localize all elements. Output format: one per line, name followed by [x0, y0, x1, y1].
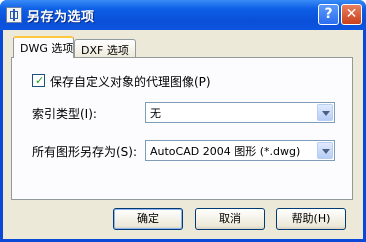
index-type-label: 索引类型(I):: [32, 107, 97, 121]
index-type-select[interactable]: 无: [145, 102, 335, 123]
save-proxy-images-label[interactable]: 保存自定义对象的代理图像(P): [50, 73, 211, 90]
index-type-value: 无: [150, 107, 161, 120]
dialog-body: DWG 选项 DXF 选项 ✓ 保存自定义对象的代理图像(P) 索引类型(I):…: [3, 30, 363, 239]
dwg-options-panel: ✓ 保存自定义对象的代理图像(P) 索引类型(I): 无 所有图形另存为(S):…: [11, 57, 353, 200]
ok-button[interactable]: 确定: [113, 208, 183, 230]
chevron-down-icon[interactable]: [317, 142, 333, 159]
save-all-as-value: AutoCAD 2004 图形 (*.dwg): [150, 145, 301, 158]
titlebar-close-button[interactable]: ✕: [341, 4, 362, 25]
save-all-as-label: 所有图形另存为(S):: [32, 145, 138, 159]
dialog-window: 另存为选项 ? ✕ DWG 选项 DXF 选项 ✓ 保存自定义对象的代理图像(P…: [0, 0, 366, 242]
save-all-as-select[interactable]: AutoCAD 2004 图形 (*.dwg): [145, 140, 335, 161]
help-button[interactable]: 帮助(H): [276, 208, 346, 230]
tab-dwg-options[interactable]: DWG 选项: [13, 36, 74, 58]
chevron-down-icon[interactable]: [317, 104, 333, 121]
titlebar-help-button[interactable]: ?: [318, 4, 339, 25]
tab-dxf-options[interactable]: DXF 选项: [74, 39, 136, 58]
cancel-button[interactable]: 取消: [195, 208, 265, 230]
app-icon: [6, 7, 22, 23]
checkmark-icon: ✓: [35, 74, 45, 87]
window-title: 另存为选项: [27, 10, 95, 25]
save-proxy-images-checkbox[interactable]: ✓: [32, 74, 45, 87]
title-bar[interactable]: 另存为选项 ? ✕: [0, 0, 366, 30]
